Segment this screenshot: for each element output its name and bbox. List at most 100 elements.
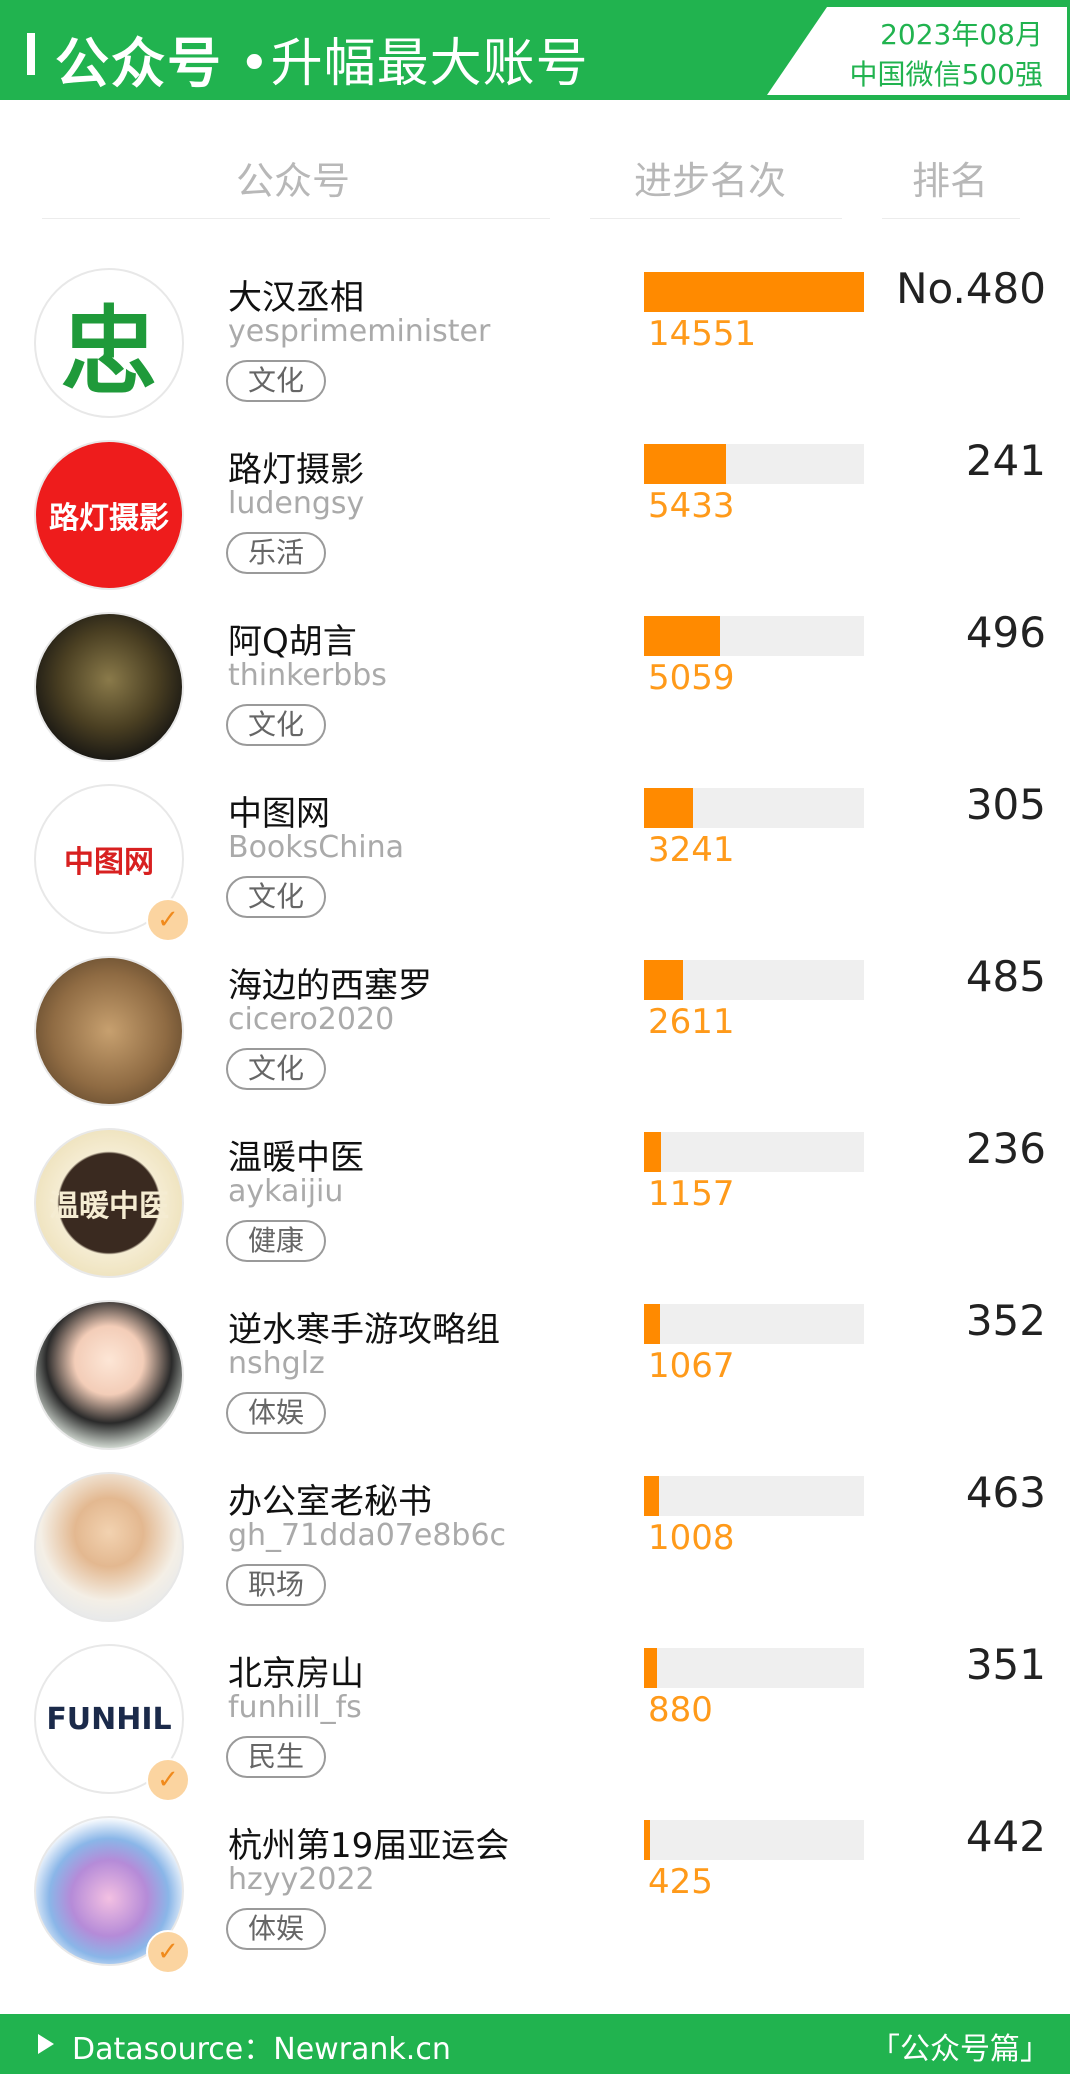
progress-value: 1008: [648, 1518, 735, 1558]
progress-value: 5433: [648, 486, 735, 526]
account-handle: cicero2020: [228, 1002, 395, 1037]
rank-value: 236: [965, 1124, 1046, 1173]
progress-value: 14551: [648, 314, 757, 354]
account-row[interactable]: 办公室老秘书 gh_71dda07e8b6c 职场 1008 463: [0, 1468, 1080, 1640]
account-name: 办公室老秘书: [228, 1482, 432, 1522]
account-handle: yesprimeminister: [228, 314, 491, 349]
account-row[interactable]: 中图网 ✓ 中图网 BooksChina 文化 3241 305: [0, 780, 1080, 952]
account-name: 海边的西塞罗: [228, 966, 432, 1006]
avatar: [34, 956, 184, 1106]
account-row[interactable]: 忠 大汉丞相 yesprimeminister 文化 14551 No.480: [0, 264, 1080, 436]
account-handle: BooksChina: [228, 830, 404, 865]
column-header-progress: 进步名次: [634, 159, 787, 203]
progress-bar: [644, 1648, 657, 1688]
category-tag: 体娱: [226, 1392, 326, 1434]
account-row[interactable]: 路灯摄影 路灯摄影 ludengsy 乐活 5433 241: [0, 436, 1080, 608]
progress-bar: [644, 1476, 659, 1516]
account-row[interactable]: FUNHIL ✓ 北京房山 funhill_fs 民生 880 351: [0, 1640, 1080, 1812]
progress-value: 425: [648, 1862, 713, 1902]
column-divider-progress: [590, 218, 842, 219]
header-title-sub: •升幅最大账号: [239, 34, 589, 94]
avatar: [34, 612, 184, 762]
column-divider-rank: [882, 218, 1020, 219]
avatar: 温暖中医: [34, 1128, 184, 1278]
progress-bar-track: [644, 960, 864, 1000]
account-handle: hzyy2022: [228, 1862, 375, 1897]
account-handle: thinkerbbs: [228, 658, 387, 693]
account-row[interactable]: 温暖中医 温暖中医 aykaijiu 健康 1157 236: [0, 1124, 1080, 1296]
verified-check-icon: ✓: [146, 1758, 190, 1802]
progress-value: 3241: [648, 830, 735, 870]
rank-value: No.480: [896, 264, 1046, 313]
avatar: [34, 1300, 184, 1450]
account-name: 逆水寒手游攻略组: [228, 1310, 500, 1350]
rank-value: 496: [965, 608, 1046, 657]
progress-bar-track: [644, 788, 864, 828]
account-name: 杭州第19届亚运会: [228, 1826, 510, 1866]
progress-bar-track: [644, 1476, 864, 1516]
category-tag: 职场: [226, 1564, 326, 1606]
column-header-account: 公众号: [236, 159, 351, 203]
account-name: 大汉丞相: [228, 278, 364, 318]
play-triangle-icon: [38, 2034, 54, 2054]
category-tag: 文化: [226, 704, 326, 746]
avatar: [34, 1472, 184, 1622]
rank-value: 463: [965, 1468, 1046, 1517]
account-handle: aykaijiu: [228, 1174, 344, 1209]
progress-bar: [644, 616, 720, 656]
category-tag: 文化: [226, 1048, 326, 1090]
account-name: 阿Q胡言: [228, 622, 357, 662]
account-row[interactable]: 阿Q胡言 thinkerbbs 文化 5059 496: [0, 608, 1080, 780]
category-tag: 文化: [226, 360, 326, 402]
account-row[interactable]: 逆水寒手游攻略组 nshglz 体娱 1067 352: [0, 1296, 1080, 1468]
progress-value: 880: [648, 1690, 713, 1730]
verified-check-icon: ✓: [146, 1930, 190, 1974]
account-row[interactable]: 海边的西塞罗 cicero2020 文化 2611 485: [0, 952, 1080, 1124]
progress-bar: [644, 1820, 650, 1860]
account-name: 路灯摄影: [228, 450, 364, 490]
progress-bar-track: [644, 444, 864, 484]
header-title-main: 公众号: [55, 32, 223, 95]
progress-bar: [644, 444, 726, 484]
category-tag: 健康: [226, 1220, 326, 1262]
category-tag: 民生: [226, 1736, 326, 1778]
footer-source: Datasource：Newrank.cn: [72, 2032, 451, 2067]
category-tag: 体娱: [226, 1908, 326, 1950]
column-divider-account: [42, 218, 550, 219]
progress-bar: [644, 272, 864, 312]
footer-category: 「公众号篇」: [870, 2032, 1050, 2067]
account-handle: gh_71dda07e8b6c: [228, 1518, 507, 1553]
progress-bar: [644, 960, 683, 1000]
progress-value: 1067: [648, 1346, 735, 1386]
progress-bar-track: [644, 1648, 864, 1688]
avatar: 路灯摄影: [34, 440, 184, 590]
rank-value: 351: [965, 1640, 1046, 1689]
progress-bar: [644, 788, 693, 828]
progress-value: 2611: [648, 1002, 735, 1042]
verified-check-icon: ✓: [146, 898, 190, 942]
rank-value: 305: [965, 780, 1046, 829]
progress-bar-track: [644, 272, 864, 312]
progress-value: 5059: [648, 658, 735, 698]
category-tag: 乐活: [226, 532, 326, 574]
header-subtitle: 中国微信500强: [849, 58, 1043, 91]
progress-bar-track: [644, 1820, 864, 1860]
column-header-rank: 排名: [912, 159, 989, 203]
rank-value: 241: [965, 436, 1046, 485]
account-handle: ludengsy: [228, 486, 365, 521]
progress-bar-track: [644, 616, 864, 656]
account-name: 中图网: [228, 794, 330, 834]
progress-bar-track: [644, 1304, 864, 1344]
account-name: 温暖中医: [228, 1138, 364, 1178]
progress-bar: [644, 1304, 660, 1344]
progress-bar-track: [644, 1132, 864, 1172]
header-date-badge: 2023年08月 中国微信500强: [767, 7, 1067, 95]
rank-value: 485: [965, 952, 1046, 1001]
account-row[interactable]: ✓ 杭州第19届亚运会 hzyy2022 体娱 425 442: [0, 1812, 1080, 1984]
avatar: 忠: [34, 268, 184, 418]
progress-bar: [644, 1132, 661, 1172]
header-banner: 公众号 •升幅最大账号 2023年08月 中国微信500强: [0, 0, 1070, 100]
account-handle: nshglz: [228, 1346, 325, 1381]
rank-value: 352: [965, 1296, 1046, 1345]
header-date: 2023年08月: [880, 18, 1043, 51]
